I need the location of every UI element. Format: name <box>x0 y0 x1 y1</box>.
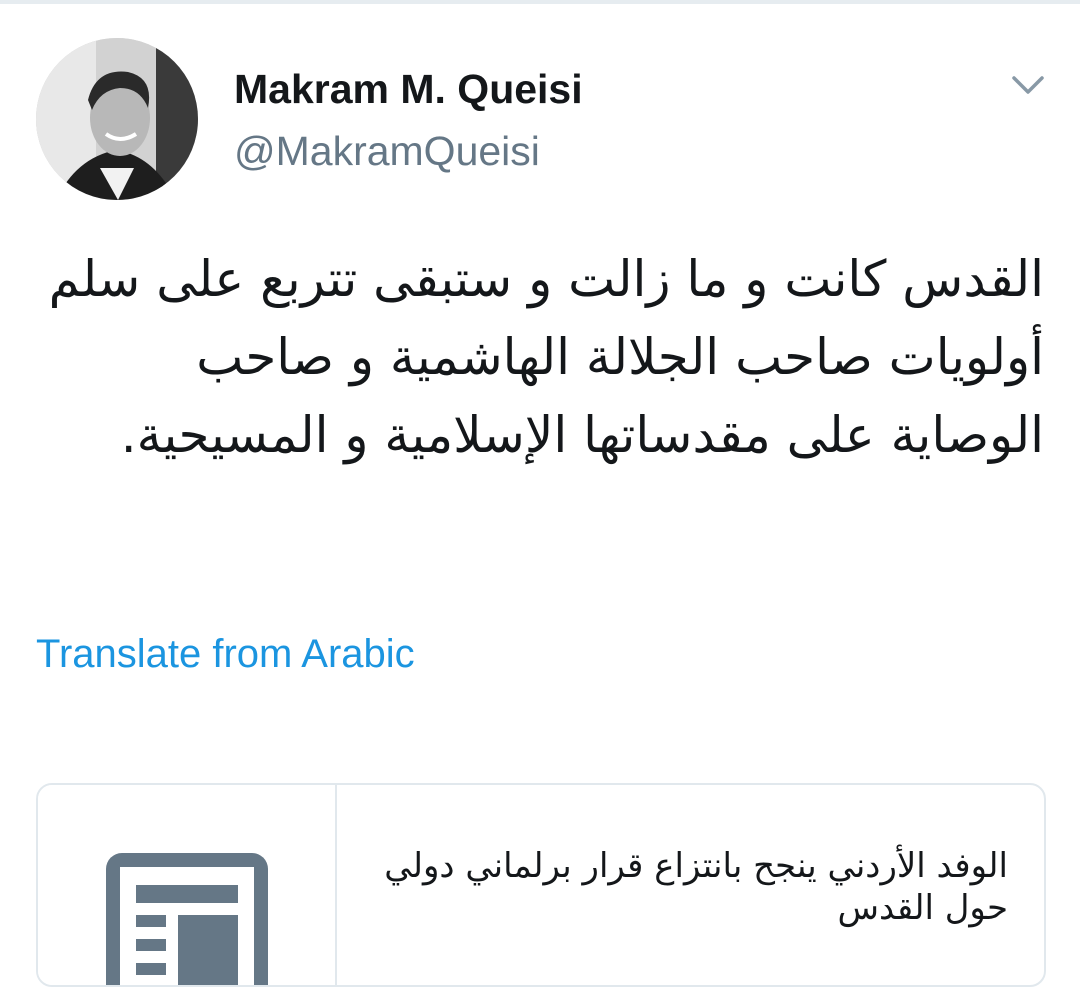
link-card[interactable]: الوفد الأردني ينجح بانتزاع قرار برلماني … <box>36 783 1046 987</box>
chevron-down-icon[interactable] <box>1006 62 1050 106</box>
top-divider <box>0 0 1080 4</box>
avatar-image <box>36 38 198 200</box>
translate-link[interactable]: Translate from Arabic <box>36 632 415 677</box>
card-thumbnail <box>38 785 337 985</box>
author-display-name[interactable]: Makram M. Queisi <box>234 66 583 113</box>
author-avatar[interactable] <box>36 38 198 200</box>
card-title: الوفد الأردني ينجح بانتزاع قرار برلماني … <box>384 846 1008 928</box>
article-icon <box>106 853 268 985</box>
tweet-text: القدس كانت و ما زالت و ستبقى تتربع على س… <box>48 250 1044 464</box>
author-handle[interactable]: @MakramQueisi <box>234 128 540 175</box>
